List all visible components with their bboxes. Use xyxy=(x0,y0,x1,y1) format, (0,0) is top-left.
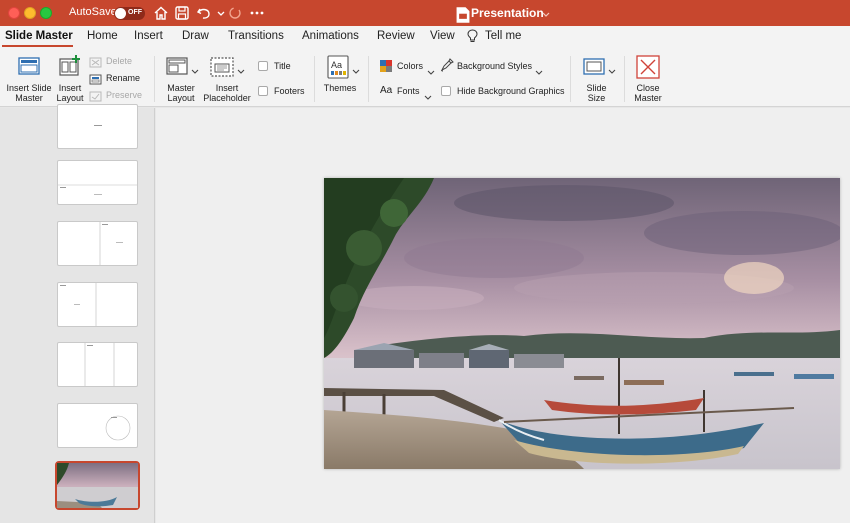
hide-background-graphics-label: Hide Background Graphics xyxy=(457,86,565,96)
tab-home[interactable]: Home xyxy=(87,30,118,42)
toggle-knob xyxy=(115,8,126,19)
title-checkbox[interactable] xyxy=(258,61,268,71)
redo-icon[interactable] xyxy=(226,4,244,22)
footers-checkbox-label: Footers xyxy=(274,86,305,96)
tab-review[interactable]: Review xyxy=(377,30,415,42)
fonts-icon: Aa xyxy=(380,85,393,96)
master-layout-chevron-icon[interactable] xyxy=(191,62,199,74)
ribbon-separator xyxy=(570,56,571,102)
tab-view[interactable]: View xyxy=(430,30,455,42)
colors-button[interactable]: Colors xyxy=(397,61,423,71)
tab-insert[interactable]: Insert xyxy=(134,30,163,42)
slide-master-photo[interactable] xyxy=(324,178,840,469)
maximize-window-button[interactable] xyxy=(40,7,52,19)
insert-layout-icon xyxy=(57,54,83,78)
ribbon-separator xyxy=(314,56,315,102)
layout-thumbnail[interactable] xyxy=(57,403,138,448)
document-title[interactable]: Presentation xyxy=(471,6,544,20)
autosave-state: OFF xyxy=(128,9,142,16)
active-tab-indicator xyxy=(2,45,73,47)
background-styles-chevron-icon[interactable] xyxy=(535,63,543,75)
layout-thumbnail[interactable] xyxy=(57,160,138,205)
insert-placeholder-icon xyxy=(209,56,235,80)
undo-icon[interactable] xyxy=(195,4,213,22)
tab-tell-me[interactable]: Tell me xyxy=(485,30,521,42)
insert-layout-button[interactable]: Insert Layout xyxy=(55,83,85,103)
themes-icon: Aa xyxy=(327,55,349,79)
autosave-toggle[interactable]: OFF xyxy=(114,7,145,20)
rename-button[interactable]: Rename xyxy=(106,73,140,83)
themes-chevron-icon[interactable] xyxy=(352,62,360,74)
ribbon-separator xyxy=(624,56,625,102)
slide-size-icon xyxy=(582,56,606,78)
colors-icon xyxy=(380,59,392,72)
insert-slide-master-icon xyxy=(17,56,41,78)
title-bar: AutoSave OFF Presentation xyxy=(0,0,850,26)
colors-chevron-icon[interactable] xyxy=(427,63,435,75)
insert-placeholder-button[interactable]: Insert Placeholder xyxy=(201,83,253,103)
preserve-button[interactable]: Preserve xyxy=(106,90,142,100)
delete-icon xyxy=(89,55,102,68)
title-dropdown-icon[interactable] xyxy=(537,5,550,23)
ribbon-separator xyxy=(154,56,155,102)
minimize-window-button[interactable] xyxy=(24,7,36,19)
insert-slide-master-button[interactable]: Insert Slide Master xyxy=(4,83,54,103)
tab-transitions[interactable]: Transitions xyxy=(228,30,284,42)
slide-size-button[interactable]: Slide Size xyxy=(583,83,610,103)
hide-background-graphics-checkbox[interactable] xyxy=(441,86,451,96)
more-icon[interactable] xyxy=(248,4,266,22)
delete-button[interactable]: Delete xyxy=(106,56,132,66)
ribbon-separator xyxy=(368,56,369,102)
tab-animations[interactable]: Animations xyxy=(302,30,359,42)
boats-beach-photo xyxy=(324,178,840,469)
home-icon[interactable] xyxy=(152,4,170,22)
background-styles-icon xyxy=(440,58,454,72)
layout-thumbnail[interactable] xyxy=(57,221,138,266)
layout-thumbnail[interactable] xyxy=(57,104,138,149)
fonts-chevron-icon[interactable] xyxy=(424,88,432,100)
slide-size-chevron-icon[interactable] xyxy=(608,62,616,74)
master-layout-button[interactable]: Master Layout xyxy=(162,83,200,103)
document-icon xyxy=(454,6,470,23)
master-layout-icon xyxy=(165,56,189,78)
close-window-button[interactable] xyxy=(8,7,20,19)
tab-draw[interactable]: Draw xyxy=(182,30,209,42)
close-master-button[interactable]: Close Master xyxy=(632,83,664,103)
save-icon[interactable] xyxy=(173,4,191,22)
footers-checkbox[interactable] xyxy=(258,86,268,96)
tab-slide-master[interactable]: Slide Master xyxy=(5,30,73,42)
layout-thumbnail[interactable] xyxy=(57,282,138,327)
fonts-button[interactable]: Fonts xyxy=(397,86,420,96)
selected-layout-thumbnail[interactable] xyxy=(55,461,140,510)
slide-thumbnail-panel[interactable] xyxy=(0,104,155,523)
autosave-label: AutoSave xyxy=(69,6,117,18)
lightbulb-icon xyxy=(467,29,478,46)
ribbon-tabs: Slide Master Home Insert Draw Transition… xyxy=(0,26,850,48)
close-master-icon xyxy=(636,55,660,79)
title-checkbox-label: Title xyxy=(274,61,291,71)
preserve-icon xyxy=(89,89,102,102)
svg-text:Aa: Aa xyxy=(331,60,342,70)
layout-thumbnail[interactable] xyxy=(57,342,138,387)
rename-icon xyxy=(89,72,102,85)
background-styles-button[interactable]: Background Styles xyxy=(457,61,532,71)
insert-placeholder-chevron-icon[interactable] xyxy=(237,62,245,74)
themes-button[interactable]: Themes xyxy=(322,83,358,93)
undo-dropdown-icon[interactable] xyxy=(212,4,225,22)
